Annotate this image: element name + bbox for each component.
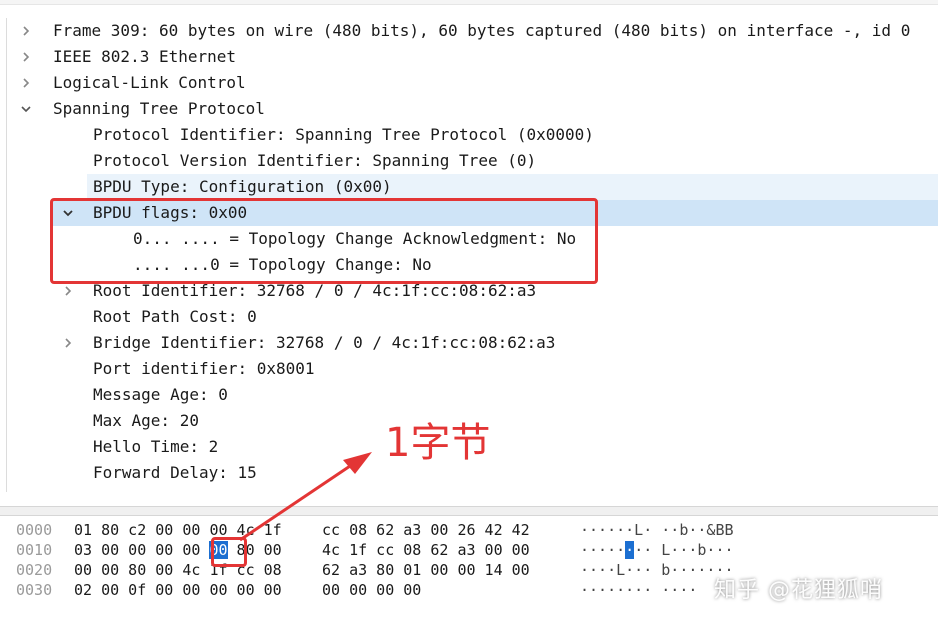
tree-row-protocol-identifier[interactable]: Protocol Identifier: Spanning Tree Proto… bbox=[7, 122, 938, 148]
hex-offset: 0020 bbox=[16, 561, 53, 579]
tree-row-frame[interactable]: Frame 309: 60 bytes on wire (480 bits), … bbox=[7, 18, 938, 44]
tree-row-protocol-version[interactable]: Protocol Version Identifier: Spanning Tr… bbox=[7, 148, 938, 174]
annotation-label: 1字节 bbox=[385, 420, 491, 466]
tree-row-label: Port identifier: 0x8001 bbox=[93, 359, 315, 378]
byte-highlight-box bbox=[211, 537, 247, 567]
hex-row[interactable]: 0010 03 00 00 00 00 00 80 00 4c 1f cc 08… bbox=[0, 540, 938, 560]
tree-row-llc[interactable]: Logical-Link Control bbox=[7, 70, 938, 96]
tree-row-label: Message Age: 0 bbox=[93, 385, 228, 404]
chevron-right-icon[interactable] bbox=[19, 70, 33, 96]
hex-offset: 0000 bbox=[16, 521, 53, 539]
hex-bytes-b: 4c 1f cc 08 62 a3 00 00 bbox=[322, 541, 530, 559]
tree-row-label: Protocol Identifier: Spanning Tree Proto… bbox=[93, 125, 594, 144]
top-border bbox=[0, 0, 938, 5]
tree-row-label: IEEE 802.3 Ethernet bbox=[53, 47, 237, 66]
tree-row-label: Bridge Identifier: 32768 / 0 / 4c:1f:cc:… bbox=[93, 333, 556, 352]
hex-bytes-a: 00 00 80 00 4c 1f cc 08 bbox=[74, 561, 282, 579]
hex-row[interactable]: 0000 01 80 c2 00 00 00 4c 1f cc 08 62 a3… bbox=[0, 520, 938, 540]
hex-ascii: ········ ···· bbox=[580, 581, 698, 599]
tree-row-label: Frame 309: 60 bytes on wire (480 bits), … bbox=[53, 21, 911, 40]
hex-bytes-a: 02 00 0f 00 00 00 00 00 bbox=[74, 581, 282, 599]
chevron-right-icon[interactable] bbox=[19, 44, 33, 70]
hex-ascii: ········ L···b··· bbox=[580, 540, 734, 560]
tree-row-label: Spanning Tree Protocol bbox=[53, 99, 265, 118]
tree-row-stp[interactable]: Spanning Tree Protocol bbox=[7, 96, 938, 122]
tree-row-bridge-identifier[interactable]: Bridge Identifier: 32768 / 0 / 4c:1f:cc:… bbox=[7, 330, 938, 356]
hex-bytes-b: 62 a3 80 01 00 00 14 00 bbox=[322, 561, 530, 579]
hex-ascii: ······L· ··b··&BB bbox=[580, 521, 734, 539]
tree-row-label: Max Age: 20 bbox=[93, 411, 199, 430]
tree-row-ethernet[interactable]: IEEE 802.3 Ethernet bbox=[7, 44, 938, 70]
tree-row-label: Root Path Cost: 0 bbox=[93, 307, 257, 326]
hex-ascii: ····L··· b······· bbox=[580, 561, 734, 579]
tree-row-label: Logical-Link Control bbox=[53, 73, 246, 92]
watermark: 知乎 @花狸狐哨 bbox=[714, 578, 883, 603]
tree-row-label: Protocol Version Identifier: Spanning Tr… bbox=[93, 151, 537, 170]
chevron-right-icon[interactable] bbox=[19, 18, 33, 44]
ascii-post: ·· L···b··· bbox=[634, 541, 734, 559]
ascii-pre: ····· bbox=[580, 541, 626, 559]
tree-row-label: Hello Time: 2 bbox=[93, 437, 219, 456]
tree-row-label: Forward Delay: 15 bbox=[93, 463, 257, 482]
hex-bytes-b: 00 00 00 00 bbox=[322, 581, 422, 599]
hex-offset: 0030 bbox=[16, 581, 53, 599]
hex-bytes-a: 01 80 c2 00 00 00 4c 1f bbox=[74, 521, 282, 539]
ascii-highlighted: · bbox=[625, 541, 635, 559]
chevron-right-icon[interactable] bbox=[61, 330, 75, 356]
pane-splitter[interactable] bbox=[0, 506, 938, 516]
hex-bytes-a-start: 03 00 00 00 00 bbox=[74, 541, 210, 559]
tree-row-root-path-cost[interactable]: Root Path Cost: 0 bbox=[7, 304, 938, 330]
chevron-down-icon[interactable] bbox=[19, 96, 33, 122]
hex-offset: 0010 bbox=[16, 541, 53, 559]
hex-bytes-b: cc 08 62 a3 00 26 42 42 bbox=[322, 521, 530, 539]
tree-row-port-identifier[interactable]: Port identifier: 0x8001 bbox=[7, 356, 938, 382]
tree-row-label: BPDU Type: Configuration (0x00) bbox=[93, 177, 392, 196]
hex-dump-pane[interactable]: 0000 01 80 c2 00 00 00 4c 1f cc 08 62 a3… bbox=[0, 516, 938, 626]
bpdu-flags-highlight-box bbox=[50, 198, 598, 284]
tree-row-bpdu-type[interactable]: BPDU Type: Configuration (0x00) bbox=[87, 174, 938, 200]
hex-bytes-a: 03 00 00 00 00 00 80 00 bbox=[74, 540, 282, 560]
tree-row-message-age[interactable]: Message Age: 0 bbox=[7, 382, 938, 408]
